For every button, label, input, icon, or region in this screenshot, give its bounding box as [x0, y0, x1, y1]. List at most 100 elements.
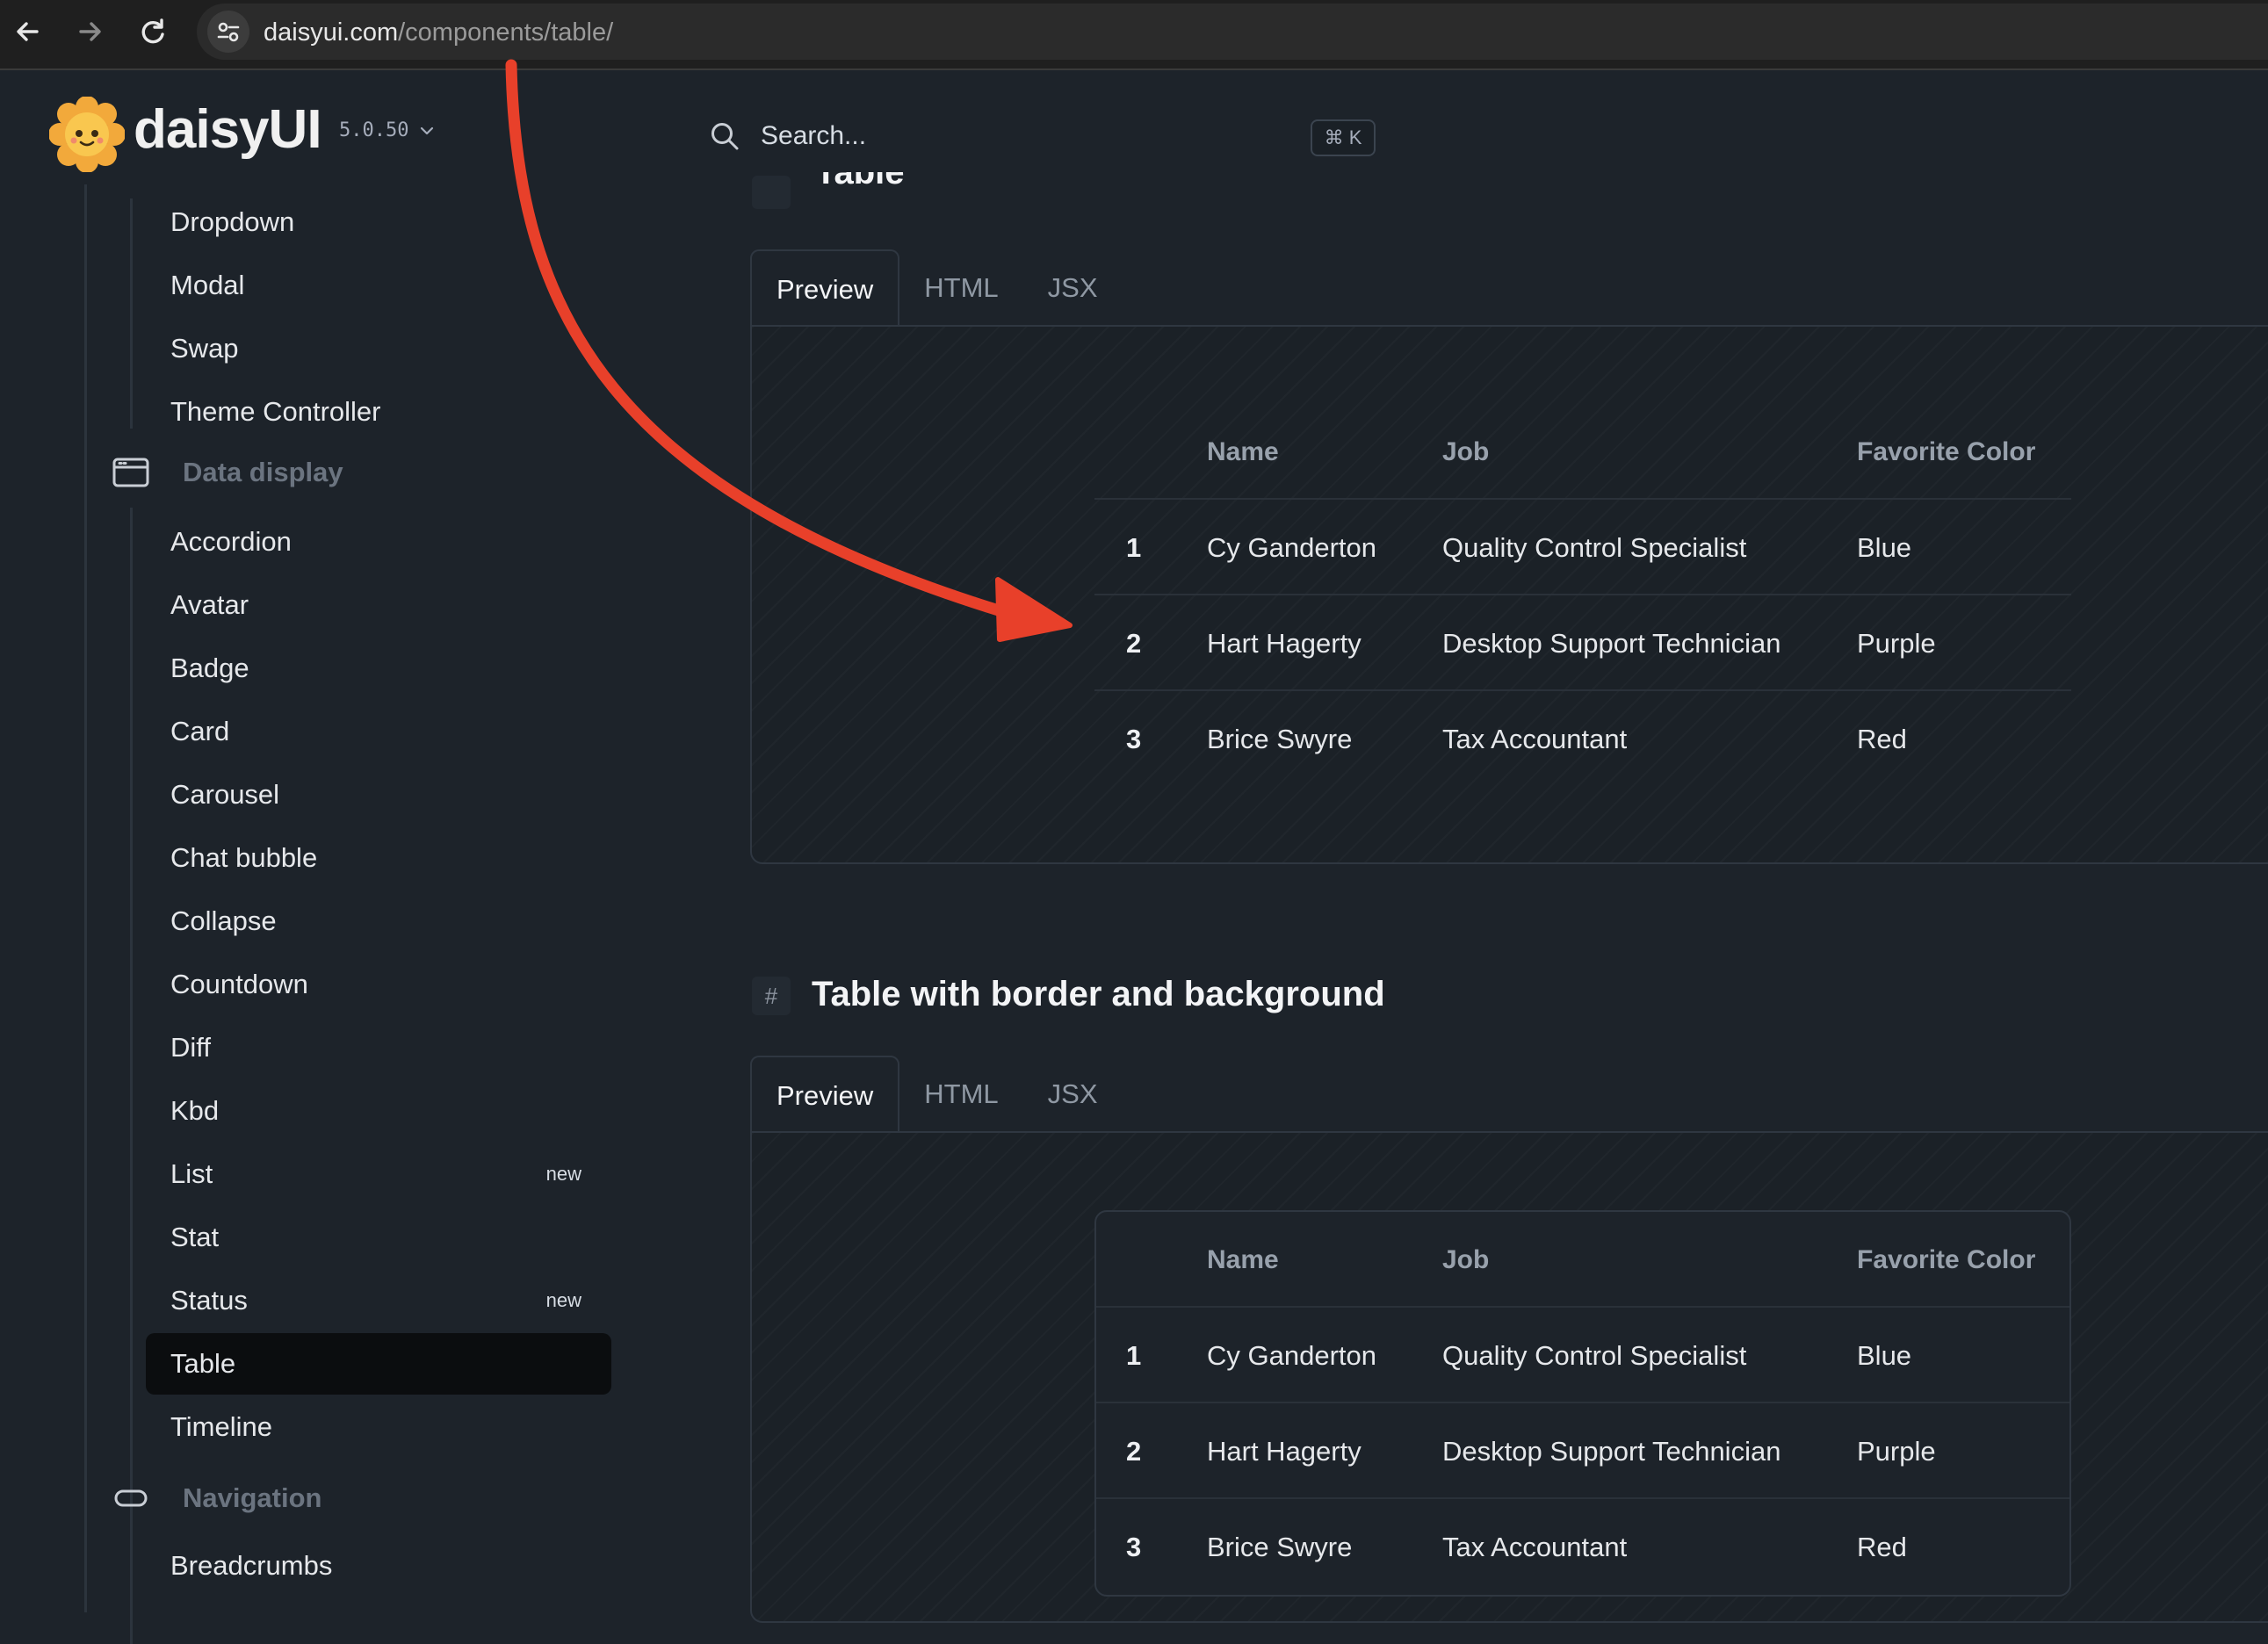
back-button[interactable]	[9, 12, 47, 51]
cell-name: Hart Hagerty	[1207, 628, 1362, 659]
daisyui-logo[interactable]	[49, 97, 125, 172]
arrow-left-icon	[17, 22, 39, 41]
sidebar-item-theme-controller[interactable]: Theme Controller	[146, 381, 611, 443]
forward-button[interactable]	[70, 12, 109, 51]
navigation-icon	[114, 1489, 148, 1507]
sidebar-item-label: Countdown	[170, 969, 308, 999]
sidebar-item-label: Kbd	[170, 1095, 220, 1126]
anchor-link[interactable]	[752, 176, 791, 209]
sidebar-item-label: Card	[170, 716, 230, 746]
version-label: 5.0.50	[339, 119, 409, 141]
cell-job: Desktop Support Technician	[1442, 628, 1781, 659]
search-shortcut-kbd: ⌘ K	[1311, 119, 1376, 156]
cell-color: Blue	[1857, 1340, 1912, 1371]
url-path: /components/table/	[398, 18, 614, 47]
cell-name: Cy Ganderton	[1207, 1340, 1376, 1371]
sidebar-item-collapse[interactable]: Collapse	[146, 890, 611, 952]
sidebar-item-kbd[interactable]: Kbd	[146, 1080, 611, 1142]
sidebar-item-label: Stat	[170, 1222, 220, 1252]
sidebar-item-badge[interactable]: Badge	[146, 638, 611, 699]
row-number: 2	[1126, 1436, 1142, 1467]
table-header-row: Name Job Favorite Color	[1096, 1212, 2069, 1308]
sidebar-item-chat-bubble[interactable]: Chat bubble	[146, 827, 611, 889]
tab-html[interactable]: HTML	[899, 249, 1022, 327]
row-number: 3	[1126, 724, 1142, 754]
sidebar-item-label: Carousel	[170, 779, 280, 810]
search-input[interactable]	[761, 116, 1288, 156]
cell-name: Brice Swyre	[1207, 724, 1353, 754]
sidebar-guide-line	[84, 184, 87, 1612]
row-number: 3	[1126, 1532, 1142, 1562]
sidebar-item-modal[interactable]: Modal	[146, 255, 611, 316]
sidebar-item-label: Diff	[170, 1032, 211, 1063]
window-icon	[112, 458, 149, 487]
tab-preview[interactable]: Preview	[750, 249, 900, 327]
new-badge: new	[545, 1163, 581, 1185]
search-icon	[711, 123, 739, 150]
tab-preview[interactable]: Preview	[750, 1056, 900, 1133]
table-header-row: Name Job Favorite Color	[1094, 404, 2071, 500]
table-row: 3 Brice Swyre Tax Accountant Red	[1096, 1499, 2069, 1595]
cell-color: Blue	[1857, 532, 1912, 563]
sidebar: Dropdown Modal Swap Theme Controller Dat…	[0, 184, 668, 1644]
sidebar-item-table[interactable]: Table	[146, 1333, 611, 1395]
bordered-data-table: Name Job Favorite Color 1 Cy Ganderton Q…	[1094, 1210, 2071, 1597]
brand-name[interactable]: daisyUI	[134, 98, 322, 161]
header-cell-name: Name	[1207, 1245, 1279, 1274]
sidebar-item-diff[interactable]: Diff	[146, 1017, 611, 1078]
header-cell-job: Job	[1442, 1245, 1490, 1274]
cell-job: Quality Control Specialist	[1442, 1340, 1747, 1371]
sidebar-item-carousel[interactable]: Carousel	[146, 764, 611, 826]
sidebar-group-label: Data display	[183, 457, 343, 487]
sidebar-group-data-display[interactable]: Data display	[111, 446, 343, 499]
cell-job: Tax Accountant	[1442, 724, 1628, 754]
sidebar-item-accordion[interactable]: Accordion	[146, 511, 611, 573]
url-text: daisyui.com/components/table/	[264, 18, 613, 47]
arrow-right-icon	[79, 22, 101, 41]
reload-button[interactable]	[134, 12, 172, 51]
row-number: 1	[1126, 532, 1142, 563]
sidebar-group-navigation[interactable]: Navigation	[111, 1472, 321, 1525]
sidebar-item-label: Avatar	[170, 589, 249, 620]
url-host: daisyui.com	[264, 18, 399, 47]
version-selector[interactable]: 5.0.50	[339, 119, 437, 141]
browser-toolbar: daisyui.com/components/table/	[0, 0, 2268, 70]
tab-html[interactable]: HTML	[899, 1056, 1022, 1133]
cell-name: Cy Ganderton	[1207, 532, 1376, 563]
sidebar-item-status[interactable]: Status new	[146, 1270, 611, 1331]
tab-bar: Preview HTML JSX	[750, 1056, 1123, 1133]
tab-jsx[interactable]: JSX	[1023, 1056, 1123, 1133]
sidebar-item-breadcrumbs[interactable]: Breadcrumbs	[146, 1535, 611, 1597]
sidebar-item-countdown[interactable]: Countdown	[146, 954, 611, 1015]
row-number: 2	[1126, 628, 1142, 659]
cell-color: Purple	[1857, 1436, 1936, 1467]
reload-icon	[141, 18, 164, 44]
sidebar-sub-guide-line	[130, 198, 133, 429]
table-row: 2 Hart Hagerty Desktop Support Technicia…	[1094, 595, 2071, 691]
sidebar-item-list[interactable]: List new	[146, 1143, 611, 1205]
sidebar-item-stat[interactable]: Stat	[146, 1207, 611, 1268]
row-number: 1	[1126, 1340, 1142, 1371]
anchor-link[interactable]: #	[752, 977, 791, 1015]
address-bar[interactable]: daisyui.com/components/table/	[197, 4, 2268, 60]
cell-name: Hart Hagerty	[1207, 1436, 1362, 1467]
sidebar-item-timeline[interactable]: Timeline	[146, 1396, 611, 1458]
table-row: 3 Brice Swyre Tax Accountant Red	[1094, 691, 2071, 787]
header-cell-favorite-color: Favorite Color	[1857, 437, 2036, 466]
section-title: Table	[815, 172, 905, 191]
sidebar-item-dropdown[interactable]: Dropdown	[146, 191, 611, 253]
sidebar-group-label: Navigation	[183, 1482, 322, 1513]
chevron-down-icon	[421, 126, 434, 134]
sidebar-item-avatar[interactable]: Avatar	[146, 574, 611, 636]
sidebar-item-swap[interactable]: Swap	[146, 318, 611, 379]
site-info-button[interactable]	[207, 11, 249, 53]
sidebar-item-label: Badge	[170, 653, 249, 683]
tab-jsx[interactable]: JSX	[1023, 249, 1123, 327]
section-title: Table with border and background	[812, 975, 1385, 1013]
header-cell-job: Job	[1442, 437, 1490, 466]
table-row: 1 Cy Ganderton Quality Control Specialis…	[1094, 500, 2071, 595]
sidebar-item-card[interactable]: Card	[146, 701, 611, 762]
cell-color: Purple	[1857, 628, 1936, 659]
cell-color: Red	[1857, 724, 1907, 754]
sidebar-item-label: List	[170, 1158, 213, 1189]
